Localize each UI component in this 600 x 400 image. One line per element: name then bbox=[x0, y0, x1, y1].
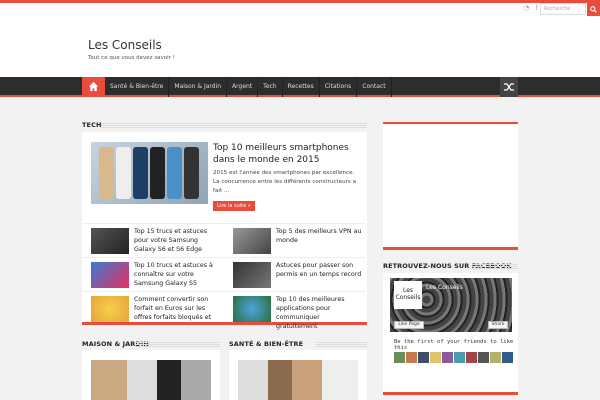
article-title[interactable]: Top 5 des meilleurs VPN au monde bbox=[276, 227, 362, 245]
list-item[interactable]: Comment convertir son forfait en Euros s… bbox=[82, 291, 224, 325]
facebook-page-name[interactable]: Les Conseils bbox=[426, 284, 463, 291]
section-divider bbox=[472, 264, 518, 269]
main-nav: Santé & Bien-être Maison & Jardin Argent… bbox=[0, 77, 600, 97]
avatar[interactable] bbox=[442, 352, 453, 363]
avatar[interactable] bbox=[490, 352, 501, 363]
site-tagline: Tout ce que vous devez savoir ! bbox=[88, 55, 175, 61]
phone-image bbox=[167, 147, 182, 199]
article-thumbnail[interactable] bbox=[233, 228, 271, 254]
maison-section bbox=[82, 350, 220, 400]
nav-item-contact[interactable]: Contact bbox=[357, 77, 392, 97]
nav-menu: Santé & Bien-être Maison & Jardin Argent… bbox=[105, 77, 392, 97]
article-title[interactable]: Top 15 trucs et astuces pour votre Samsu… bbox=[134, 227, 220, 254]
site-title[interactable]: Les Conseils bbox=[88, 38, 162, 52]
avatar[interactable] bbox=[466, 352, 477, 363]
list-item[interactable]: Top 10 trucs et astuces à connaître sur … bbox=[82, 257, 224, 291]
article-thumbnail[interactable] bbox=[91, 228, 129, 254]
search-button[interactable] bbox=[587, 3, 600, 16]
nav-item-sante[interactable]: Santé & Bien-être bbox=[105, 77, 170, 97]
article-thumbnail[interactable] bbox=[91, 262, 129, 288]
home-button[interactable] bbox=[82, 77, 105, 97]
nav-item-argent[interactable]: Argent bbox=[227, 77, 259, 97]
site-header: Les Conseils Tout ce que vous devez savo… bbox=[0, 16, 600, 77]
article-thumbnail[interactable] bbox=[238, 360, 358, 400]
read-more-button[interactable]: Lire la suite » bbox=[213, 201, 255, 211]
sante-section-title[interactable]: SANTÉ & BIEN-ÊTRE bbox=[229, 340, 303, 348]
article-title[interactable]: Comment convertir son forfait en Euros s… bbox=[134, 295, 220, 322]
nav-item-maison[interactable]: Maison & Jardin bbox=[169, 77, 228, 97]
shuffle-icon bbox=[504, 83, 514, 91]
section-divider bbox=[136, 342, 220, 347]
list-item[interactable]: Top 15 trucs et astuces pour votre Samsu… bbox=[82, 223, 224, 257]
share-button[interactable]: Share bbox=[488, 321, 508, 329]
avatar[interactable] bbox=[502, 352, 513, 363]
tech-section-title[interactable]: TECH bbox=[82, 121, 101, 129]
list-item[interactable]: Top 5 des meilleurs VPN au monde bbox=[224, 223, 366, 257]
article-thumbnail[interactable] bbox=[233, 262, 271, 288]
article-thumbnail[interactable] bbox=[91, 360, 211, 400]
section-divider bbox=[101, 123, 367, 128]
rss-icon[interactable]: ◔ bbox=[523, 4, 529, 12]
like-page-button[interactable]: Like Page bbox=[394, 321, 424, 329]
avatar[interactable] bbox=[454, 352, 465, 363]
nav-item-citations[interactable]: Citations bbox=[320, 77, 358, 97]
avatar[interactable] bbox=[394, 352, 405, 363]
avatar[interactable] bbox=[418, 352, 429, 363]
nav-item-recettes[interactable]: Recettes bbox=[283, 77, 320, 97]
top-bar: ◔ f Recherche bbox=[0, 0, 600, 16]
nav-item-tech[interactable]: Tech bbox=[258, 77, 283, 97]
phone-image bbox=[116, 147, 131, 199]
facebook-friends-text: Be the first of your friends to like thi… bbox=[394, 339, 514, 351]
avatar[interactable] bbox=[430, 352, 441, 363]
article-title[interactable]: Astuces pour passer son permis en un tem… bbox=[276, 261, 362, 279]
phone-image bbox=[184, 147, 199, 199]
avatar[interactable] bbox=[406, 352, 417, 363]
list-item[interactable]: Astuces pour passer son permis en un tem… bbox=[224, 257, 366, 291]
sidebar-widget bbox=[383, 122, 518, 250]
tech-section: Top 10 meilleurs smartphones dans le mon… bbox=[82, 132, 367, 330]
facebook-icon[interactable]: f bbox=[536, 4, 538, 12]
featured-excerpt: 2015 est l'année des smartphones par exc… bbox=[213, 170, 357, 194]
section-divider bbox=[316, 342, 367, 347]
facebook-widget: Les Conseils Les Conseils Like Page Shar… bbox=[383, 273, 518, 395]
facebook-page-logo[interactable]: Les Conseils bbox=[394, 281, 422, 309]
article-title[interactable]: Top 10 trucs et astuces à connaître sur … bbox=[134, 261, 220, 288]
search-input[interactable]: Recherche bbox=[540, 3, 586, 15]
home-icon bbox=[88, 81, 99, 92]
random-article-button[interactable] bbox=[500, 77, 518, 97]
featured-image[interactable] bbox=[91, 142, 208, 204]
article-thumbnail[interactable] bbox=[91, 296, 129, 322]
search-icon bbox=[590, 6, 597, 13]
social-links: ◔ f bbox=[517, 4, 538, 12]
article-thumbnail[interactable] bbox=[233, 296, 271, 322]
article-title[interactable]: Top 10 des meilleures applications pour … bbox=[276, 295, 362, 331]
featured-title[interactable]: Top 10 meilleurs smartphones dans le mon… bbox=[213, 142, 358, 166]
sante-section bbox=[229, 350, 367, 400]
facebook-cover[interactable]: Les Conseils Les Conseils Like Page Shar… bbox=[390, 278, 512, 332]
phone-image bbox=[99, 147, 114, 199]
avatar[interactable] bbox=[478, 352, 489, 363]
facebook-fan-avatars bbox=[394, 352, 514, 363]
list-item[interactable]: Top 10 des meilleures applications pour … bbox=[224, 291, 366, 330]
phone-image bbox=[133, 147, 148, 199]
phone-image bbox=[150, 147, 165, 199]
